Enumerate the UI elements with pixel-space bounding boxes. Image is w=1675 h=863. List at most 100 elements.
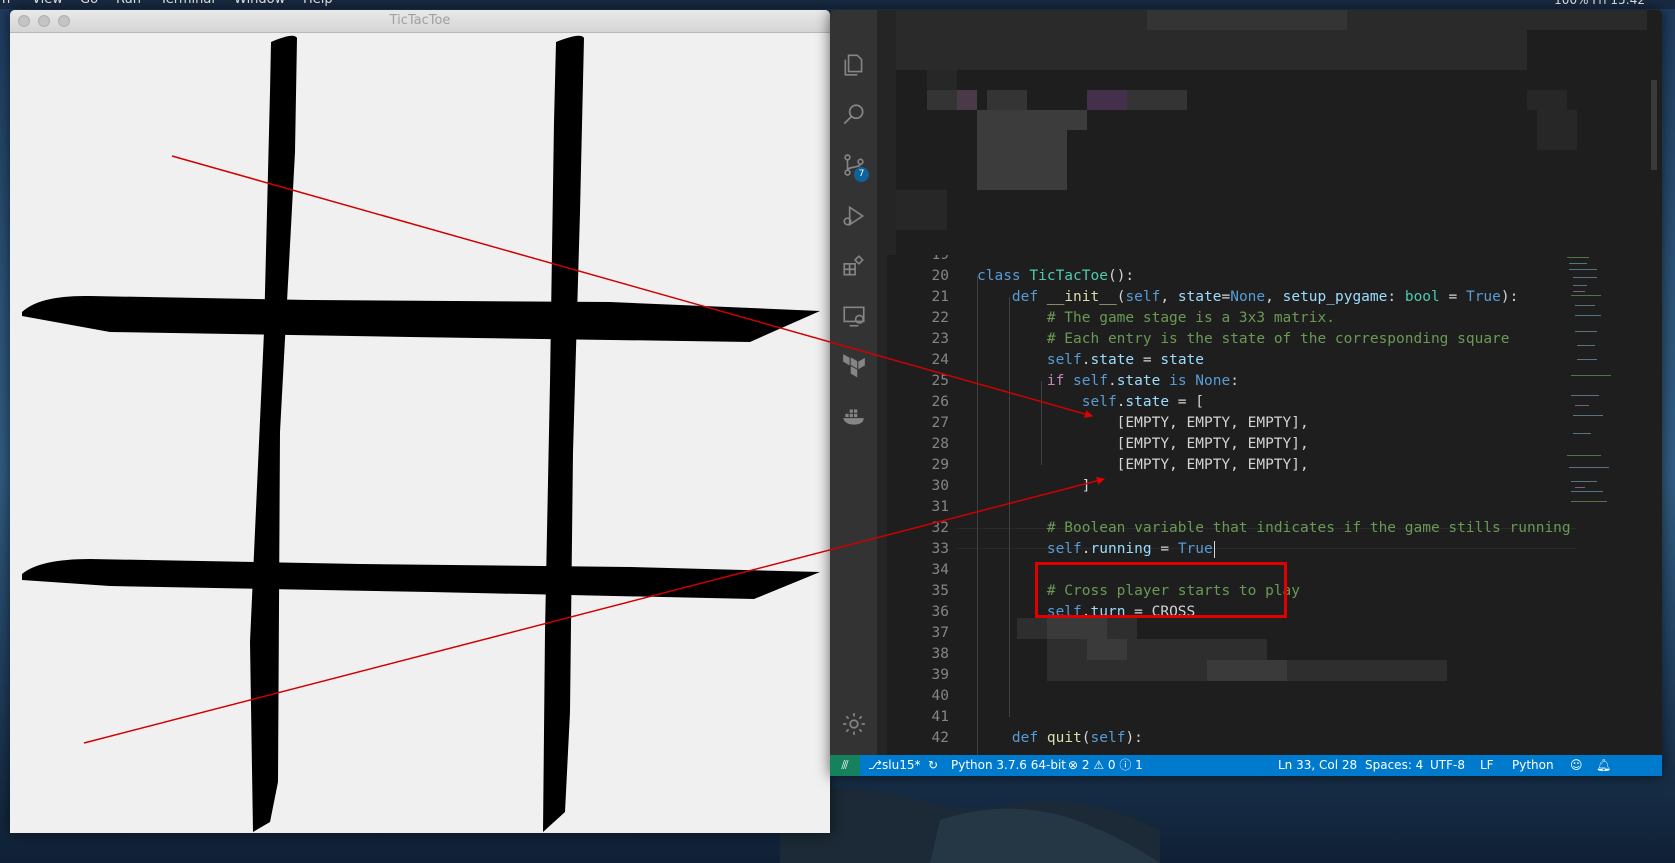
menu-item-help[interactable]: Help	[303, 0, 333, 9]
feedback-icon[interactable]: ☺	[1570, 755, 1583, 776]
remote-explorer-icon[interactable]	[830, 292, 877, 340]
line-number: 21	[931, 289, 949, 305]
sync-icon[interactable]: ↻	[928, 755, 938, 776]
python-interpreter[interactable]: Python 3.7.6 64-bit	[951, 755, 1066, 776]
line-number: 40	[931, 688, 949, 704]
code-text: self.state = state	[1046, 352, 1205, 368]
settings-gear-icon[interactable]	[830, 700, 877, 748]
menu-item-app[interactable]: n	[2, 0, 10, 9]
code-text: ]	[977, 478, 1091, 494]
code-line[interactable]: 42 def quit(self):	[887, 728, 1662, 749]
line-number: 20	[931, 268, 949, 284]
line-number: 32	[931, 520, 949, 536]
code-line[interactable]: 22 # The game stage is a 3x3 matrix.	[887, 308, 1662, 329]
code-text: [EMPTY, EMPTY, EMPTY],	[977, 457, 1309, 473]
tictactoe-titlebar[interactable]: TicTacToe	[10, 10, 830, 33]
extensions-icon[interactable]	[830, 242, 877, 290]
line-number: 24	[931, 352, 949, 368]
code-line[interactable]: 20 class TicTacToe():	[887, 266, 1662, 287]
board-grid-lines	[22, 35, 820, 832]
indentation[interactable]: Spaces: 4	[1365, 755, 1423, 776]
code-text: def __init__(self, state=None, setup_pyg…	[1011, 289, 1519, 305]
menu-item-go[interactable]: Go	[80, 0, 98, 9]
line-number: 34	[931, 562, 949, 578]
problems-indicator[interactable]: ⊗ 2 ⚠ 0 ⓘ 1	[1068, 755, 1143, 776]
line-number: 25	[931, 373, 949, 389]
menu-bar: n View Go Run Terminal Window Help 100% …	[0, 0, 1675, 9]
line-number: 29	[931, 457, 949, 473]
line-number: 23	[931, 331, 949, 347]
search-icon[interactable]	[830, 91, 877, 139]
source-control-icon[interactable]: 7	[830, 141, 877, 189]
code-text: def quit(self):	[1011, 730, 1143, 746]
code-line[interactable]: 26 self.state = [	[887, 392, 1662, 413]
line-number: 31	[931, 499, 949, 515]
grid-line-horizontal-top	[22, 295, 820, 342]
end-of-line[interactable]: LF	[1480, 755, 1494, 776]
code-text: class TicTacToe():	[977, 268, 1135, 284]
scrollbar-thumb[interactable]	[1651, 80, 1657, 170]
code-line[interactable]: 29 [EMPTY, EMPTY, EMPTY],	[887, 455, 1662, 476]
redacted-code-block	[1017, 618, 1447, 681]
code-line[interactable]: 23 # Each entry is the state of the corr…	[887, 329, 1662, 350]
tictactoe-window-title: TicTacToe	[389, 13, 451, 28]
line-number: 35	[931, 583, 949, 599]
sidebar-edge	[877, 10, 887, 755]
line-number: 33	[931, 541, 949, 557]
code-text: [EMPTY, EMPTY, EMPTY],	[977, 436, 1309, 452]
code-line[interactable]: 41	[887, 707, 1662, 728]
code-line[interactable]: 25 if self.state is None:	[887, 371, 1662, 392]
code-text: # The game stage is a 3x3 matrix.	[1046, 310, 1335, 326]
code-line[interactable]: 30 ]	[887, 476, 1662, 497]
redacted-editor-area	[887, 10, 1662, 255]
line-number: 19	[931, 255, 949, 263]
menu-item-window[interactable]: Window	[234, 0, 285, 9]
encoding[interactable]: UTF-8	[1430, 755, 1465, 776]
notifications-bell-icon[interactable]: 🔔︎	[1596, 755, 1611, 776]
line-number: 39	[931, 667, 949, 683]
code-text: if self.state is None:	[1046, 373, 1239, 389]
line-number: 38	[931, 646, 949, 662]
code-line[interactable]: 32 # Boolean variable that indicates if …	[887, 518, 1662, 539]
minimap[interactable]	[1565, 255, 1647, 515]
files-icon[interactable]	[830, 41, 877, 89]
code-text: [EMPTY, EMPTY, EMPTY],	[977, 415, 1309, 431]
line-number: 41	[931, 709, 949, 725]
code-line[interactable]: 33 self.running = True	[887, 539, 1662, 560]
line-number: 36	[931, 604, 949, 620]
line-number: 42	[931, 730, 949, 746]
grid-line-vertical-left	[250, 35, 297, 832]
git-branch-icon: ⎇	[868, 758, 882, 772]
code-text: self.running = True	[977, 539, 1216, 560]
remote-indicator-icon[interactable]: ⫻	[830, 755, 860, 776]
code-editor[interactable]: 19 20 class TicTacToe(): 21 def __init__(se…	[887, 255, 1662, 755]
menu-item-view[interactable]: View	[32, 0, 63, 9]
menu-item-run[interactable]: Run	[116, 0, 141, 9]
line-number: 27	[931, 415, 949, 431]
activity-bar: 7	[830, 10, 877, 755]
annotation-highlight-box	[1035, 562, 1287, 618]
editor-scrollbar[interactable]	[1647, 10, 1662, 755]
status-bar: ⫻ ⎇ slu15* ↻ Python 3.7.6 64-bit ⊗ 2 ⚠ 0…	[830, 755, 1662, 776]
code-text: # Boolean variable that indicates if the…	[1046, 520, 1571, 536]
git-branch[interactable]: slu15*	[882, 755, 920, 776]
vscode-window[interactable]: 7 19 20 class TicTacToe(): 21 def __init…	[830, 10, 1662, 776]
line-number: 37	[931, 625, 949, 641]
code-line[interactable]: 31	[887, 497, 1662, 518]
tictactoe-window[interactable]: TicTacToe	[10, 10, 830, 833]
code-line[interactable]: 28 [EMPTY, EMPTY, EMPTY],	[887, 434, 1662, 455]
cursor-position[interactable]: Ln 33, Col 28	[1278, 755, 1357, 776]
code-line[interactable]: 21 def __init__(self, state=None, setup_…	[887, 287, 1662, 308]
docker-icon[interactable]	[830, 392, 877, 440]
menu-item-terminal[interactable]: Terminal	[160, 0, 215, 9]
grid-line-horizontal-bottom	[22, 559, 820, 599]
code-line[interactable]: 27 [EMPTY, EMPTY, EMPTY],	[887, 413, 1662, 434]
run-debug-icon[interactable]	[830, 192, 877, 240]
code-text: # Each entry is the state of the corresp…	[1046, 331, 1510, 347]
code-text: self.state = [	[1081, 394, 1204, 410]
code-line[interactable]: 19	[887, 255, 1662, 266]
terraform-icon[interactable]	[830, 342, 877, 390]
code-line[interactable]: 24 self.state = state	[887, 350, 1662, 371]
game-board[interactable]	[10, 32, 830, 833]
language-mode[interactable]: Python	[1512, 755, 1554, 776]
